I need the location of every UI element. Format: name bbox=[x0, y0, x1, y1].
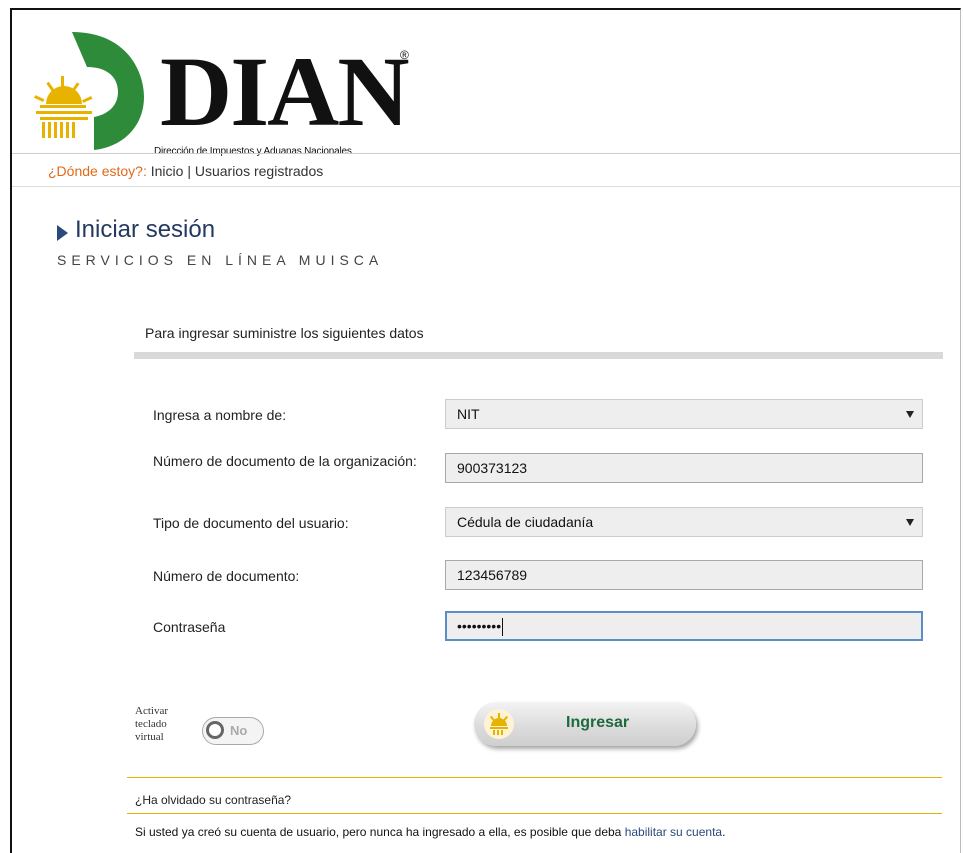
form-row-entity: Ingresa a nombre de: NIT bbox=[153, 399, 935, 431]
logo-wordmark: DIAN bbox=[160, 36, 410, 147]
site-header: DIAN ® Dirección de Impuestos y Aduanas … bbox=[12, 10, 960, 157]
breadcrumb-home-link[interactable]: Inicio bbox=[151, 163, 184, 179]
footer-divider-bottom bbox=[127, 813, 942, 814]
entity-label: Ingresa a nombre de: bbox=[153, 407, 287, 423]
vk-label-line2: teclado bbox=[135, 718, 167, 730]
vk-label-line1: Activar bbox=[135, 705, 168, 717]
form-row-user-doc-type: Tipo de documento del usuario: Cédula de… bbox=[153, 507, 935, 539]
org-doc-value: 900373123 bbox=[457, 460, 528, 476]
breadcrumb-prefix: ¿Dónde estoy?: bbox=[48, 163, 147, 179]
sun-icon bbox=[484, 709, 514, 739]
password-input[interactable]: ••••••••• bbox=[445, 611, 923, 641]
user-doc-type-label: Tipo de documento del usuario: bbox=[153, 515, 349, 531]
page-subtitle: SERVICIOS EN LÍNEA MUISCA bbox=[57, 252, 384, 268]
forgot-password-link[interactable]: ¿Ha olvidado su contraseña? bbox=[135, 793, 291, 807]
enable-account-link[interactable]: habilitar su cuenta bbox=[625, 825, 722, 839]
title-arrow-icon bbox=[57, 225, 68, 241]
form-row-user-doc: Número de documento: 123456789 bbox=[153, 560, 935, 592]
ingresar-button[interactable]: Ingresar bbox=[474, 702, 696, 746]
breadcrumb-separator: | bbox=[187, 163, 191, 179]
breadcrumb-divider bbox=[12, 186, 960, 187]
virtual-keyboard-label: Activar teclado virtual bbox=[135, 705, 195, 744]
account-note-text: Si usted ya creó su cuenta de usuario, p… bbox=[135, 825, 622, 839]
header-divider bbox=[12, 153, 960, 154]
user-doc-type-select[interactable]: Cédula de ciudadanía bbox=[445, 507, 923, 537]
password-label: Contraseña bbox=[153, 619, 226, 635]
chevron-down-icon bbox=[906, 519, 914, 526]
org-doc-label: Número de documento de la organización: bbox=[153, 453, 417, 469]
user-doc-value: 123456789 bbox=[457, 567, 528, 583]
ingresar-button-label: Ingresar bbox=[566, 714, 630, 731]
entity-select[interactable]: NIT bbox=[445, 399, 923, 429]
account-note-end: . bbox=[722, 825, 726, 839]
org-doc-input[interactable]: 900373123 bbox=[445, 453, 923, 483]
form-row-password: Contraseña ••••••••• bbox=[153, 611, 935, 643]
chevron-down-icon bbox=[906, 411, 914, 418]
registered-mark: ® bbox=[400, 48, 409, 62]
form-intro: Para ingresar suministre los siguientes … bbox=[145, 325, 424, 341]
virtual-keyboard-toggle[interactable]: No bbox=[202, 717, 264, 745]
user-doc-type-value: Cédula de ciudadanía bbox=[457, 514, 594, 530]
user-doc-label: Número de documento: bbox=[153, 568, 300, 584]
user-doc-input[interactable]: 123456789 bbox=[445, 560, 923, 590]
dian-emblem-icon bbox=[34, 32, 144, 150]
toggle-knob bbox=[206, 721, 224, 739]
form-intro-bar bbox=[134, 352, 943, 359]
footer-divider-top bbox=[127, 777, 942, 778]
page-title: Iniciar sesión bbox=[75, 216, 216, 243]
text-caret bbox=[502, 618, 504, 637]
password-value: ••••••••• bbox=[457, 618, 502, 634]
vk-label-line3: virtual bbox=[135, 731, 164, 743]
toggle-state-label: No bbox=[230, 723, 248, 738]
dian-logo[interactable]: DIAN ® Dirección de Impuestos y Aduanas … bbox=[32, 22, 432, 157]
page-frame: DIAN ® Dirección de Impuestos y Aduanas … bbox=[10, 8, 961, 853]
breadcrumb: ¿Dónde estoy?: Inicio | Usuarios registr… bbox=[48, 163, 323, 179]
logo-subtitle: Dirección de Impuestos y Aduanas Naciona… bbox=[154, 146, 352, 157]
form-row-org-doc: Número de documento de la organización: … bbox=[153, 453, 935, 485]
entity-select-value: NIT bbox=[457, 406, 480, 422]
breadcrumb-current: Usuarios registrados bbox=[194, 163, 324, 179]
account-note: Si usted ya creó su cuenta de usuario, p… bbox=[135, 825, 725, 839]
